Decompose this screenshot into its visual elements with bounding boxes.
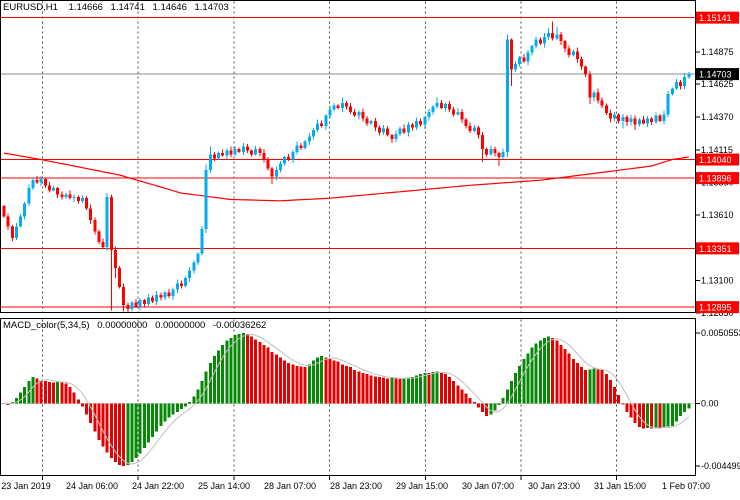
axis-tick-label: 28 Jan 23:00 xyxy=(330,481,382,491)
level-lines xyxy=(1,18,696,308)
axis-tick-label: 1.15141 xyxy=(699,13,732,23)
panel-borders xyxy=(1,1,696,476)
axis-tick-label: 1.14040 xyxy=(699,155,732,165)
axis-tick-label: 1.13896 xyxy=(699,174,732,184)
axis-tick-label: 31 Jan 15:00 xyxy=(594,481,646,491)
axis-tick-label: 23 Jan 2019 xyxy=(1,481,51,491)
price-axis[interactable]: 1.148751.146251.143701.141151.138601.136… xyxy=(696,12,739,318)
axis-tick-label: 1.14703 xyxy=(699,70,732,80)
chart-window: 1.148751.146251.143701.141151.138601.136… xyxy=(0,0,740,500)
axis-tick-label: 1.13351 xyxy=(699,244,732,254)
indicator-value-2: 0.00000000 xyxy=(155,320,205,331)
axis-tick-label: 25 Jan 14:00 xyxy=(198,481,250,491)
axis-tick-label: 24 Jan 22:00 xyxy=(132,481,184,491)
chart-canvas[interactable]: 1.148751.146251.143701.141151.138601.136… xyxy=(0,0,740,500)
axis-tick-label: 1.13100 xyxy=(701,276,734,286)
ohlc-close: 1.14703 xyxy=(195,2,229,13)
axis-tick-label: -0.004499 xyxy=(701,461,740,471)
indicator-value-1: 0.00000000 xyxy=(97,320,147,331)
candles xyxy=(3,22,691,313)
axis-tick-label: 0.00 xyxy=(701,399,719,409)
chart-title: EURUSD,H1 1.14666 1.14741 1.14646 1.1470… xyxy=(3,2,234,13)
axis-tick-label: 1 Feb 07:00 xyxy=(662,481,710,491)
axis-tick-label: 1.14370 xyxy=(701,112,734,122)
ohlc-high: 1.14741 xyxy=(111,2,145,13)
axis-tick-label: 30 Jan 23:00 xyxy=(528,481,580,491)
axis-tick-label: 0.0050553 xyxy=(701,328,740,338)
ohlc-low: 1.14646 xyxy=(153,2,187,13)
time-axis[interactable]: 23 Jan 2019 24 Jan 06:00 24 Jan 22:00 25 Ja… xyxy=(1,476,710,492)
indicator-name: MACD_color(5,34,5) xyxy=(3,320,90,331)
axis-tick-label: 1.14115 xyxy=(701,145,733,155)
axis-tick-label: 29 Jan 15:00 xyxy=(396,481,448,491)
axis-tick-label: 24 Jan 06:00 xyxy=(66,481,118,491)
axis-tick-label: 1.12895 xyxy=(699,303,732,313)
macd-axis[interactable]: 0.0050553 0.00 -0.004499 xyxy=(696,328,740,471)
axis-tick-label: 1.14875 xyxy=(701,47,734,57)
macd-histogram xyxy=(3,333,691,466)
ohlc-open: 1.14666 xyxy=(69,2,103,13)
indicator-label: MACD_color(5,34,5) 0.00000000 0.00000000… xyxy=(3,320,271,331)
axis-tick-label: 1.13610 xyxy=(701,210,734,220)
symbol-timeframe: EURUSD,H1 xyxy=(3,2,58,13)
axis-tick-label: 1.14625 xyxy=(701,79,734,89)
indicator-value-3: -0.00036262 xyxy=(213,320,266,331)
axis-tick-label: 28 Jan 07:00 xyxy=(264,481,316,491)
axis-tick-label: 30 Jan 07:00 xyxy=(462,481,514,491)
